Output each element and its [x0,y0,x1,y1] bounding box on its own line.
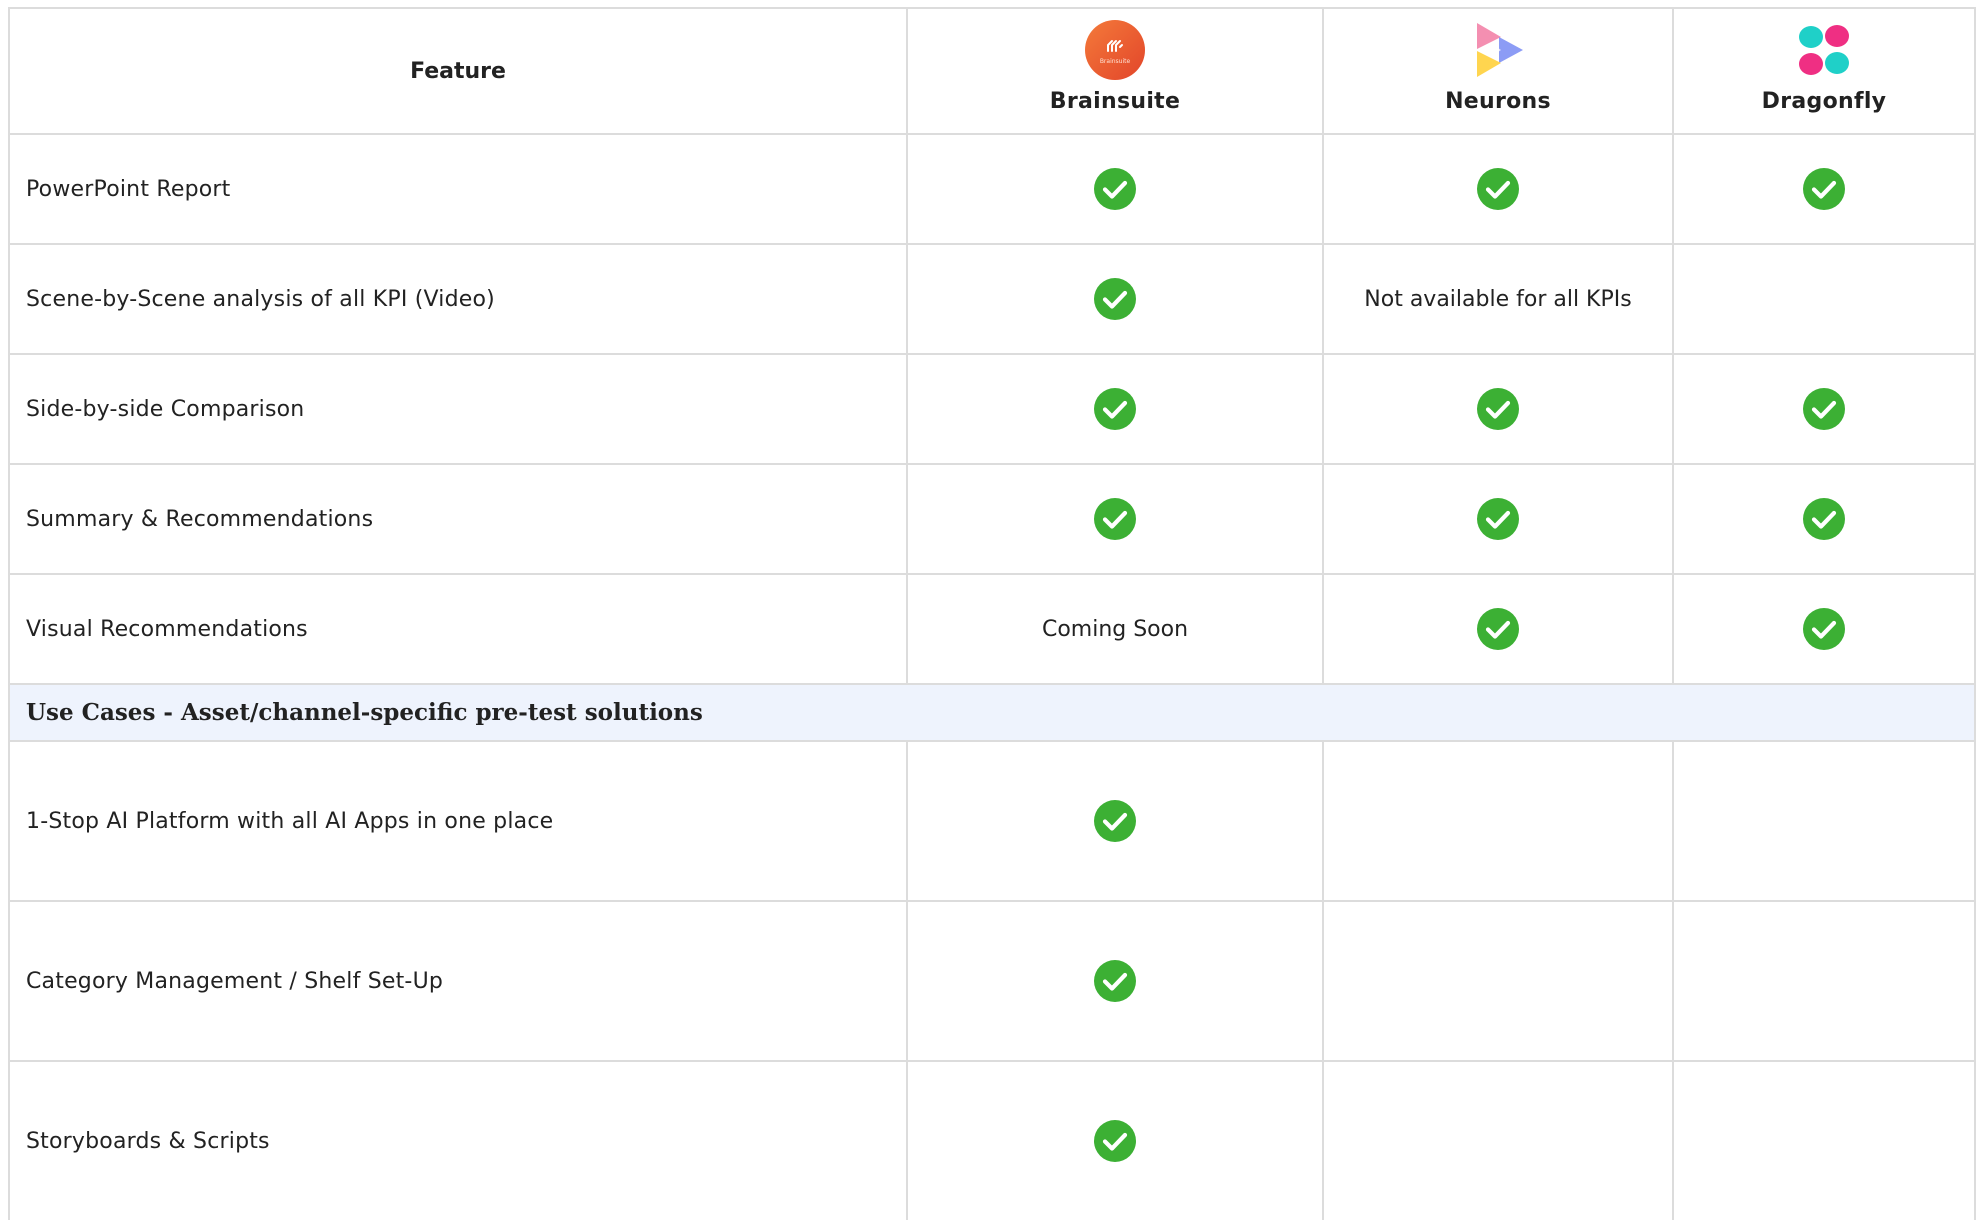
dragonfly-value [1674,355,1976,465]
check-icon [1094,800,1136,842]
feature-label: Storyboards & Scripts [10,1062,908,1220]
check-icon [1477,498,1519,540]
header-row: Feature Brainsuite Brainsuite Neurons Dr… [10,9,1976,135]
dragonfly-value [1674,135,1976,245]
vendor-name-brainsuite: Brainsuite [1049,89,1181,114]
brainsuite-value [908,465,1324,575]
check-icon [1094,498,1136,540]
feature-label: Category Management / Shelf Set-Up [10,902,908,1062]
brainsuite-value [908,355,1324,465]
neurons-value [1324,742,1674,902]
neurons-value [1324,465,1674,575]
dragonfly-value [1674,575,1976,685]
check-icon [1803,498,1845,540]
brainsuite-logo-icon: Brainsuite [1084,19,1146,81]
dragonfly-logo-icon [1793,19,1855,81]
neurons-value: Not available for all KPIs [1324,245,1674,355]
dragonfly-value [1674,245,1976,355]
feature-header: Feature [10,9,908,135]
brainsuite-value [908,245,1324,355]
neurons-value [1324,575,1674,685]
vendor-name-neurons: Neurons [1445,89,1551,114]
check-icon [1094,168,1136,210]
brainsuite-value: Coming Soon [908,575,1324,685]
neurons-logo-icon [1467,19,1529,81]
table-row: Summary & Recommendations [10,465,1976,575]
check-icon [1803,168,1845,210]
check-icon [1803,388,1845,430]
neurons-value [1324,1062,1674,1220]
check-icon [1094,1120,1136,1162]
check-icon [1803,608,1845,650]
table-row: Side-by-side Comparison [10,355,1976,465]
section-header-row: Use Cases - Asset/channel-specific pre-t… [10,685,1976,742]
table-row: PowerPoint Report [10,135,1976,245]
feature-label: Summary & Recommendations [10,465,908,575]
neurons-value [1324,355,1674,465]
comparison-table: Feature Brainsuite Brainsuite Neurons Dr… [8,7,1976,1220]
table-row: Visual Recommendations Coming Soon [10,575,1976,685]
feature-label: Scene-by-Scene analysis of all KPI (Vide… [10,245,908,355]
feature-label: Side-by-side Comparison [10,355,908,465]
check-icon [1094,388,1136,430]
feature-label: 1-Stop AI Platform with all AI Apps in o… [10,742,908,902]
table-row: Storyboards & Scripts [10,1062,1976,1220]
brainsuite-logo-text: Brainsuite [1100,58,1131,65]
vendor-header-neurons: Neurons [1324,9,1674,135]
neurons-value [1324,902,1674,1062]
table-row: Scene-by-Scene analysis of all KPI (Vide… [10,245,1976,355]
brainsuite-value [908,902,1324,1062]
table-row: Category Management / Shelf Set-Up [10,902,1976,1062]
check-icon [1094,278,1136,320]
table-row: 1-Stop AI Platform with all AI Apps in o… [10,742,1976,902]
vendor-name-dragonfly: Dragonfly [1761,89,1887,114]
brainsuite-value [908,135,1324,245]
vendor-header-dragonfly: Dragonfly [1674,9,1976,135]
not-available-note: Not available for all KPIs [1364,286,1632,312]
neurons-value [1324,135,1674,245]
check-icon [1477,608,1519,650]
check-icon [1094,960,1136,1002]
feature-label: Visual Recommendations [10,575,908,685]
check-icon [1477,168,1519,210]
coming-soon-note: Coming Soon [1041,616,1189,642]
feature-label: PowerPoint Report [10,135,908,245]
dragonfly-value [1674,902,1976,1062]
dragonfly-value [1674,1062,1976,1220]
vendor-header-brainsuite: Brainsuite Brainsuite [908,9,1324,135]
brainsuite-value [908,1062,1324,1220]
section-title: Use Cases - Asset/channel-specific pre-t… [10,685,1976,742]
check-icon [1477,388,1519,430]
brainsuite-value [908,742,1324,902]
dragonfly-value [1674,742,1976,902]
dragonfly-value [1674,465,1976,575]
